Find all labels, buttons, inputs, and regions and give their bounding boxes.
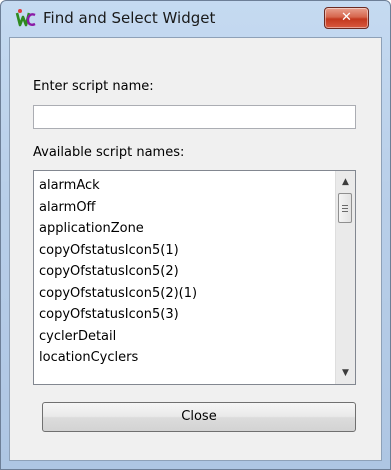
script-name-label: Enter script name: [33, 79, 154, 94]
list-item[interactable]: applicationZone [34, 218, 334, 240]
grip-line [342, 205, 348, 206]
title-bar[interactable]: Find and Select Widget ✕ [1, 1, 390, 35]
scroll-down-arrow-icon[interactable]: ▼ [336, 364, 355, 382]
script-names-items: alarmAck alarmOff applicationZone copyOf… [34, 175, 334, 369]
scroll-up-arrow-icon[interactable]: ▲ [336, 173, 355, 191]
close-button[interactable]: Close [42, 402, 356, 432]
list-item[interactable]: copyOfstatusIcon5(1) [34, 240, 334, 262]
close-icon: ✕ [341, 10, 352, 25]
list-item[interactable]: alarmAck [34, 175, 334, 197]
available-names-label: Available script names: [33, 145, 185, 160]
list-item[interactable]: copyOfstatusIcon5(2) [34, 261, 334, 283]
list-item[interactable]: copyOfstatusIcon5(3) [34, 304, 334, 326]
wc-app-icon [15, 9, 36, 27]
grip-line [342, 208, 348, 209]
window-title: Find and Select Widget [43, 9, 216, 27]
list-item[interactable]: cyclerDetail [34, 326, 334, 348]
window-close-button[interactable]: ✕ [324, 7, 369, 29]
list-item[interactable]: copyOfstatusIcon5(2)(1) [34, 283, 334, 305]
list-item[interactable]: alarmOff [34, 197, 334, 219]
list-item[interactable]: locationCyclers [34, 347, 334, 369]
grip-line [342, 211, 348, 212]
script-name-input[interactable] [33, 105, 356, 129]
scroll-thumb[interactable] [338, 193, 352, 223]
list-scrollbar[interactable]: ▲ ▼ [335, 171, 355, 384]
script-names-list[interactable]: alarmAck alarmOff applicationZone copyOf… [33, 170, 356, 385]
